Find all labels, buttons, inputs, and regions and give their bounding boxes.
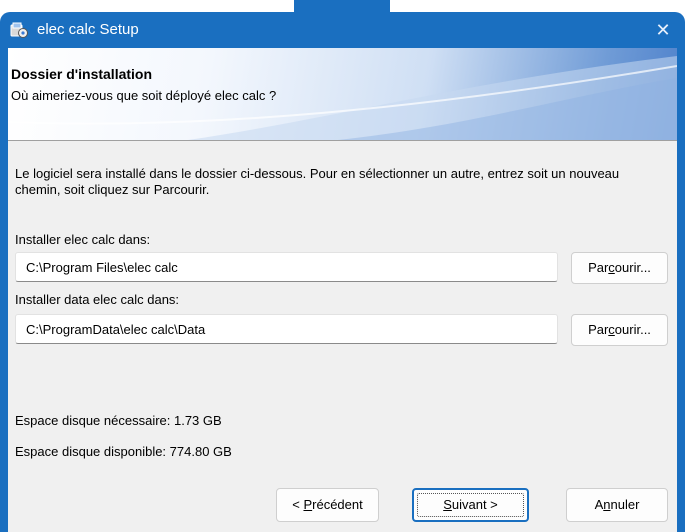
next-button[interactable]: Suivant >	[412, 488, 529, 522]
setup-package-icon	[10, 22, 28, 38]
title-bar[interactable]: elec calc Setup ✕	[0, 12, 685, 48]
window-title: elec calc Setup	[37, 21, 139, 38]
top-tab-accent	[294, 0, 390, 12]
close-button[interactable]: ✕	[651, 18, 675, 42]
instructions-text: Le logiciel sera installé dans le dossie…	[15, 166, 620, 197]
dialog-client-area: Dossier d'installation Où aimeriez-vous …	[8, 48, 677, 532]
back-button[interactable]: < Précédent	[276, 488, 379, 522]
focus-ring	[417, 493, 524, 517]
data-path-label: Installer data elec calc dans:	[15, 292, 180, 307]
install-path-input[interactable]	[15, 252, 558, 282]
space-available-text: Espace disque disponible: 774.80 GB	[15, 444, 232, 459]
data-path-input[interactable]	[15, 314, 558, 344]
cancel-button[interactable]: Annuler	[566, 488, 668, 522]
page-title: Dossier d'installation	[11, 66, 153, 82]
header-banner: Dossier d'installation Où aimeriez-vous …	[8, 48, 677, 141]
browse-install-button[interactable]: Parcourir...	[571, 252, 668, 284]
install-path-label: Installer elec calc dans:	[15, 232, 151, 247]
space-required-text: Espace disque nécessaire: 1.73 GB	[15, 413, 222, 428]
setup-window: elec calc Setup ✕ Dossier d'installation…	[0, 12, 685, 532]
page-subtitle: Où aimeriez-vous que soit déployé elec c…	[11, 88, 277, 103]
browse-data-button[interactable]: Parcourir...	[571, 314, 668, 346]
close-icon: ✕	[655, 20, 671, 40]
